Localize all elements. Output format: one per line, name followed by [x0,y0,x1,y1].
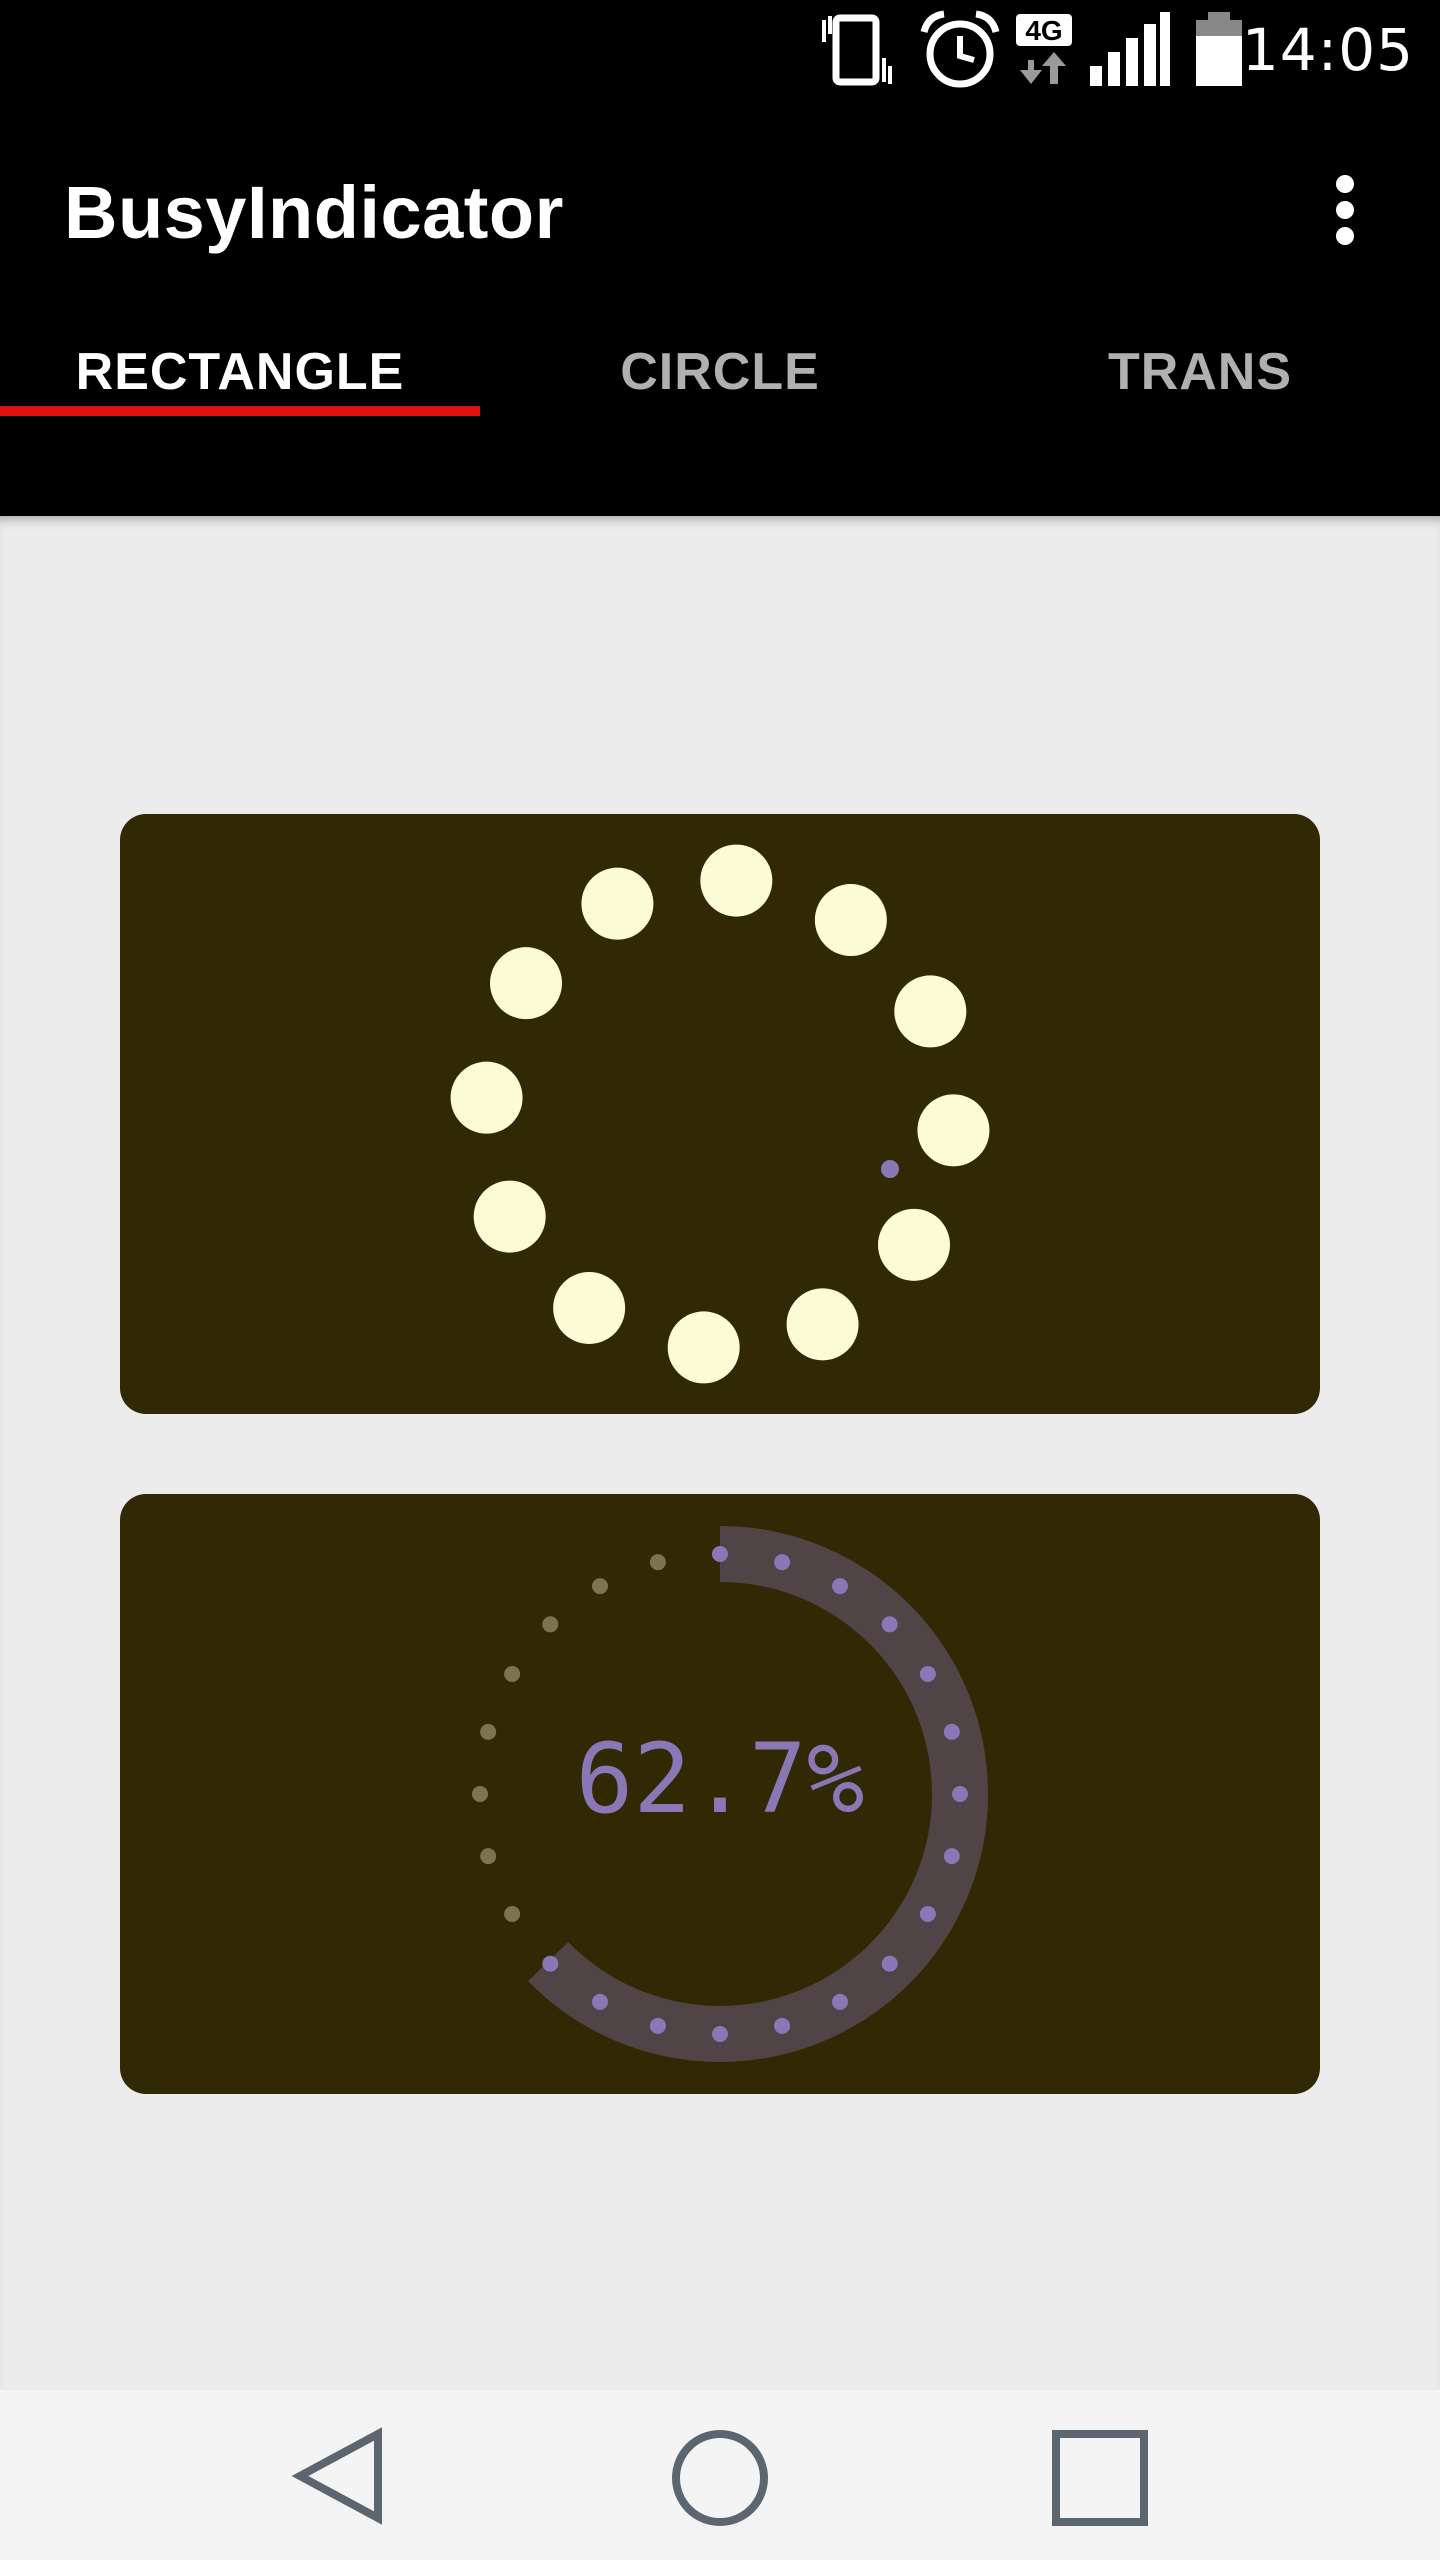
dots-busy-indicator [450,844,990,1384]
busy-dot [450,1061,523,1134]
busy-dot [877,1208,950,1281]
vibrate-icon [822,14,892,86]
progress-dot-inactive [649,1554,666,1571]
busy-dot [700,844,773,917]
progress-dot-active [919,1906,936,1922]
progress-dot-active [832,1578,848,1595]
progress-dot-inactive [542,1616,559,1633]
svg-text:4G: 4G [1025,15,1062,46]
progress-dot-active [649,2017,666,2034]
busy-dot [581,867,654,940]
status-bar: 4G 14:05 [0,0,1440,100]
back-icon[interactable] [290,2426,390,2526]
signal-icon [1090,12,1170,86]
tab-trans[interactable]: TRANS [960,320,1440,430]
progress-dot-active [919,1666,936,1682]
battery-icon [1196,12,1242,86]
progress-dot-active [881,1955,898,1972]
busy-dot [667,1311,740,1384]
busy-accent-dot [881,1160,899,1178]
progress-dot-active [592,1993,608,2010]
busy-dot [490,947,563,1020]
progress-dot-active [774,2017,791,2034]
progress-indicator-card: 62.7% [120,1494,1320,2094]
progress-percent-label: 62.7% [575,1723,865,1835]
progress-dot-active [881,1616,898,1633]
recents-icon[interactable] [1050,2428,1150,2528]
progress-dot-active [712,1546,728,1562]
tab-indicator [0,406,480,416]
progress-dot-active [542,1955,559,1972]
progress-dot-active [712,2026,728,2042]
progress-dot-inactive [504,1666,521,1682]
progress-dot-active [832,1993,848,2010]
more-vert-icon[interactable] [1310,160,1380,260]
busy-dot [786,1288,859,1361]
nav-bar [0,2390,1440,2560]
progress-dot-active [774,1554,791,1571]
app-title: BusyIndicator [64,171,564,254]
progress-dot-inactive [480,1848,497,1865]
home-icon[interactable] [670,2428,770,2528]
busy-dot [814,884,887,957]
app-bar: BusyIndicator RECTANGLE CIRCLE TRANS [0,100,1440,430]
progress-dot-inactive [504,1906,521,1922]
progress-dot-active [943,1848,960,1865]
dots-indicator-card [120,814,1320,1414]
alarm-icon [920,10,1000,88]
busy-dot [553,1271,626,1344]
busy-dot [917,1094,990,1167]
progress-dot-inactive [592,1578,608,1595]
tab-circle[interactable]: CIRCLE [480,320,960,430]
busy-dot [473,1180,546,1253]
status-time: 14:05 [1241,16,1414,84]
busy-dot [894,975,967,1048]
content-area: 62.7% [0,516,1440,2390]
network-4g-icon: 4G [1016,14,1072,84]
